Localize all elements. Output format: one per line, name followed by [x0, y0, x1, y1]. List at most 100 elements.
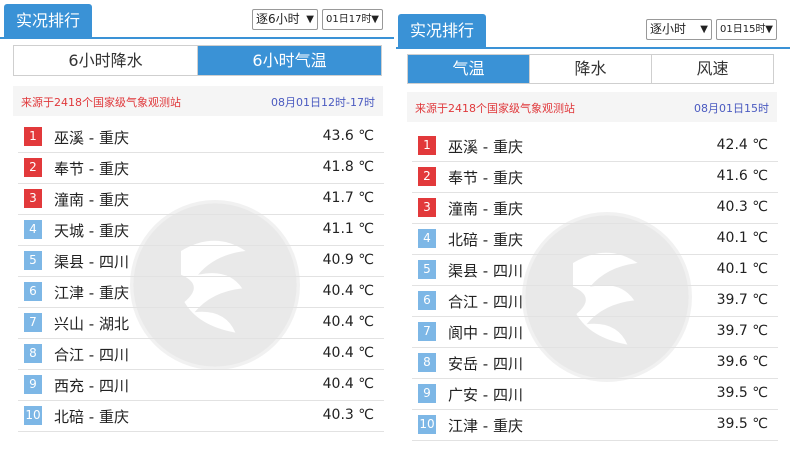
temperature-value: 41.7 ℃: [322, 190, 374, 206]
temperature-value: 43.6 ℃: [322, 128, 374, 144]
temperature-value: 41.8 ℃: [322, 159, 374, 175]
rank-badge: 5: [418, 260, 436, 279]
source-bar: 来源于2418个国家级气象观测站 08月01日12时-17时: [13, 86, 383, 116]
list-item[interactable]: 8 合江 - 四川 40.4 ℃: [18, 339, 384, 370]
tab-6h-precip[interactable]: 6小时降水: [14, 46, 198, 75]
station-name: 潼南 - 重庆: [54, 191, 129, 209]
list-item[interactable]: 2 奉节 - 重庆 41.8 ℃: [18, 153, 384, 184]
list-item[interactable]: 10 江津 - 重庆 39.5 ℃: [412, 410, 778, 441]
rank-badge: 2: [418, 167, 436, 186]
station-name: 巫溪 - 重庆: [448, 138, 523, 156]
rank-badge: 6: [24, 282, 42, 301]
rank-badge: 10: [24, 406, 42, 425]
time-select[interactable]: 01日17时 ▼: [322, 9, 383, 30]
tab-6h-temp[interactable]: 6小时气温: [198, 46, 381, 75]
tab-wind-speed[interactable]: 风速: [652, 55, 773, 83]
tab-bar: 气温 降水 风速: [407, 54, 774, 84]
station-name: 广安 - 四川: [448, 386, 523, 404]
list-item[interactable]: 6 合江 - 四川 39.7 ℃: [412, 286, 778, 317]
station-name: 江津 - 重庆: [54, 284, 129, 302]
temperature-value: 40.4 ℃: [322, 314, 374, 330]
rank-badge: 8: [418, 353, 436, 372]
rank-badge: 2: [24, 158, 42, 177]
temperature-value: 41.6 ℃: [716, 168, 768, 184]
time-select-value: 01日15时: [720, 24, 766, 35]
station-name: 兴山 - 湖北: [54, 315, 129, 333]
list-item[interactable]: 7 阆中 - 四川 39.7 ℃: [412, 317, 778, 348]
temperature-value: 40.4 ℃: [322, 283, 374, 299]
list-item[interactable]: 5 渠县 - 四川 40.1 ℃: [412, 255, 778, 286]
interval-select-value: 逐6小时: [256, 12, 300, 26]
temperature-value: 39.5 ℃: [716, 416, 768, 432]
temperature-value: 40.4 ℃: [322, 376, 374, 392]
temperature-value: 40.3 ℃: [716, 199, 768, 215]
temperature-value: 40.3 ℃: [322, 407, 374, 423]
station-name: 江津 - 重庆: [448, 417, 523, 435]
rank-badge: 4: [24, 220, 42, 239]
ranking-panel-6h: 实况排行 逐6小时 ▼ 01日17时 ▼ 6小时降水 6小时气温 来源于2418…: [0, 0, 394, 456]
list-item[interactable]: 8 安岳 - 四川 39.6 ℃: [412, 348, 778, 379]
panel-title: 实况排行: [398, 14, 487, 47]
source-text: 来源于2418个国家级气象观测站: [21, 96, 181, 109]
station-name: 安岳 - 四川: [448, 355, 523, 373]
station-name: 天城 - 重庆: [54, 222, 129, 240]
rank-badge: 1: [24, 127, 42, 146]
interval-select[interactable]: 逐小时 ▼: [646, 19, 712, 40]
list-item[interactable]: 3 潼南 - 重庆 40.3 ℃: [412, 193, 778, 224]
panel-title: 实况排行: [4, 4, 93, 37]
rank-badge: 10: [418, 415, 436, 434]
station-name: 阆中 - 四川: [448, 324, 523, 342]
panel-header: 实况排行 逐小时 ▼ 01日15时 ▼: [396, 10, 790, 49]
list-item[interactable]: 10 北碚 - 重庆 40.3 ℃: [18, 401, 384, 432]
chevron-down-icon: ▼: [765, 24, 773, 35]
rank-badge: 4: [418, 229, 436, 248]
station-name: 渠县 - 四川: [54, 253, 129, 271]
rank-badge: 7: [24, 313, 42, 332]
rank-badge: 3: [418, 198, 436, 217]
station-name: 潼南 - 重庆: [448, 200, 523, 218]
temperature-value: 39.7 ℃: [716, 323, 768, 339]
list-item[interactable]: 1 巫溪 - 重庆 42.4 ℃: [412, 131, 778, 162]
station-name: 北碚 - 重庆: [448, 231, 523, 249]
tab-precipitation[interactable]: 降水: [530, 55, 652, 83]
rank-badge: 7: [418, 322, 436, 341]
time-range: 08月01日12时-17时: [271, 96, 375, 109]
station-name: 奉节 - 重庆: [54, 160, 129, 178]
time-select[interactable]: 01日15时 ▼: [716, 19, 777, 40]
interval-select-value: 逐小时: [650, 22, 687, 36]
list-item[interactable]: 7 兴山 - 湖北 40.4 ℃: [18, 308, 384, 339]
list-item[interactable]: 4 北碚 - 重庆 40.1 ℃: [412, 224, 778, 255]
time-range: 08月01日15时: [694, 102, 769, 115]
chevron-down-icon: ▼: [306, 14, 314, 25]
list-item[interactable]: 2 奉节 - 重庆 41.6 ℃: [412, 162, 778, 193]
rank-badge: 1: [418, 136, 436, 155]
interval-select[interactable]: 逐6小时 ▼: [252, 9, 318, 30]
list-item[interactable]: 5 渠县 - 四川 40.9 ℃: [18, 246, 384, 277]
temperature-value: 39.7 ℃: [716, 292, 768, 308]
rank-badge: 9: [418, 384, 436, 403]
station-name: 合江 - 四川: [448, 293, 523, 311]
rank-badge: 6: [418, 291, 436, 310]
rank-badge: 3: [24, 189, 42, 208]
chevron-down-icon: ▼: [371, 14, 379, 25]
rank-badge: 9: [24, 375, 42, 394]
ranking-list: 1 巫溪 - 重庆 43.6 ℃ 2 奉节 - 重庆 41.8 ℃ 3 潼南 - 重庆 41…: [18, 122, 384, 432]
station-name: 巫溪 - 重庆: [54, 129, 129, 147]
temperature-value: 40.9 ℃: [322, 252, 374, 268]
list-item[interactable]: 4 天城 - 重庆 41.1 ℃: [18, 215, 384, 246]
temperature-value: 41.1 ℃: [322, 221, 374, 237]
list-item[interactable]: 1 巫溪 - 重庆 43.6 ℃: [18, 122, 384, 153]
temperature-value: 39.5 ℃: [716, 385, 768, 401]
list-item[interactable]: 3 潼南 - 重庆 41.7 ℃: [18, 184, 384, 215]
temperature-value: 40.1 ℃: [716, 230, 768, 246]
temperature-value: 40.1 ℃: [716, 261, 768, 277]
station-name: 合江 - 四川: [54, 346, 129, 364]
list-item[interactable]: 6 江津 - 重庆 40.4 ℃: [18, 277, 384, 308]
list-item[interactable]: 9 西充 - 四川 40.4 ℃: [18, 370, 384, 401]
list-item[interactable]: 9 广安 - 四川 39.5 ℃: [412, 379, 778, 410]
station-name: 渠县 - 四川: [448, 262, 523, 280]
temperature-value: 40.4 ℃: [322, 345, 374, 361]
source-text: 来源于2418个国家级气象观测站: [415, 102, 575, 115]
ranking-panel-hourly: 实况排行 逐小时 ▼ 01日15时 ▼ 气温 降水 风速 来源于2418个国家级…: [396, 0, 790, 456]
tab-temperature[interactable]: 气温: [408, 55, 530, 83]
